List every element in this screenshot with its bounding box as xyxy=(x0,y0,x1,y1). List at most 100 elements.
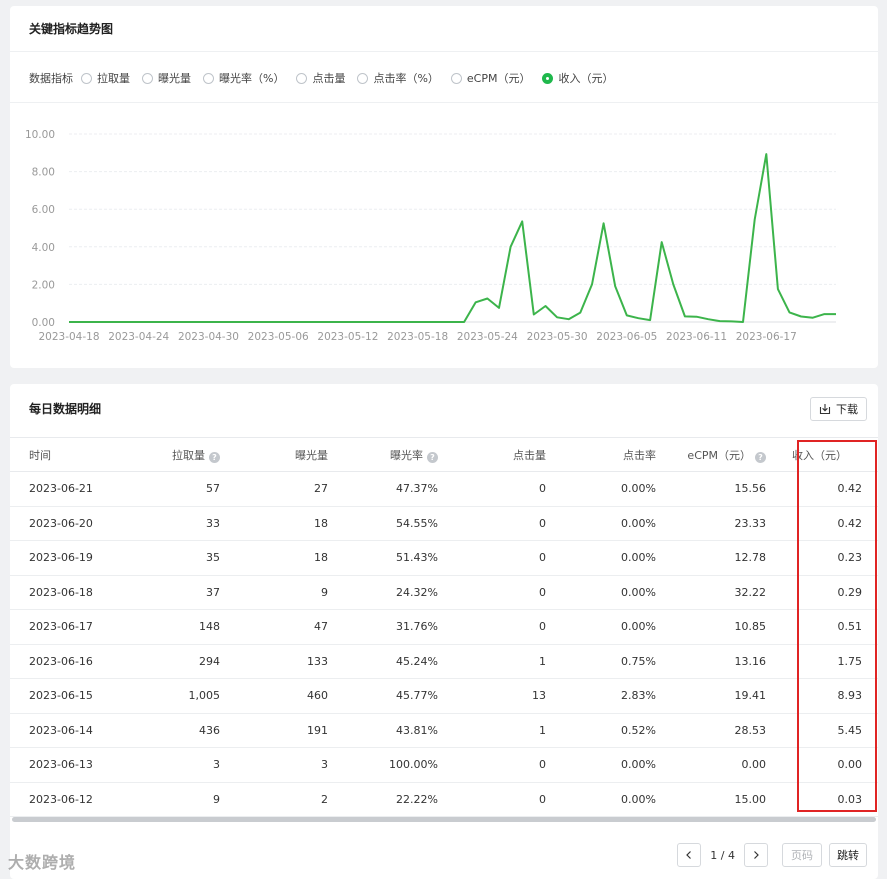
table-cell: 1 xyxy=(438,644,546,679)
table-cell: 33 xyxy=(140,506,220,541)
table-cell: 0.00% xyxy=(546,471,656,507)
table-cell: 2023-06-21 xyxy=(10,471,140,507)
col-revenue: 收入（元） xyxy=(766,437,878,472)
series-line-revenue xyxy=(69,153,836,323)
table-row: 2023-06-20 33 18 54.55% 0 0.00% 23.33 0.42 xyxy=(10,506,878,541)
table-row: 2023-06-18 37 9 24.32% 0 0.00% 32.22 0.29 xyxy=(10,575,878,610)
table-cell: 0.00% xyxy=(546,506,656,541)
table-cell: 1.75 xyxy=(766,644,878,679)
download-button[interactable]: 下载 xyxy=(810,397,867,421)
help-icon[interactable]: ? xyxy=(209,451,220,463)
table-cell: 18 xyxy=(220,506,328,541)
table-cell: 2.83% xyxy=(546,678,656,714)
table-cell: 13.16 xyxy=(656,644,766,679)
table-cell: 191 xyxy=(220,713,328,748)
table-cell: 294 xyxy=(140,644,220,679)
y-tick-label: 2.00 xyxy=(32,279,55,291)
table-cell: 0.42 xyxy=(766,506,878,541)
daily-title: 每日数据明细 xyxy=(29,402,102,416)
page-number-input[interactable] xyxy=(782,843,822,867)
table-cell: 0 xyxy=(438,609,546,645)
table-cell: 3 xyxy=(220,747,328,783)
x-tick-label: 2023-05-12 xyxy=(317,331,378,343)
table-cell: 0.29 xyxy=(766,575,878,610)
table-cell: 0.00% xyxy=(546,747,656,783)
y-tick-label: 6.00 xyxy=(32,204,55,216)
x-tick-label: 2023-04-30 xyxy=(178,331,239,343)
table-cell: 35 xyxy=(140,540,220,576)
table-cell: 148 xyxy=(140,609,220,645)
table-cell: 0 xyxy=(438,540,546,576)
table-cell: 37 xyxy=(140,575,220,610)
col-ecpm: eCPM（元）? xyxy=(656,437,766,472)
x-tick-label: 2023-05-30 xyxy=(527,331,588,343)
prev-page-button[interactable] xyxy=(677,843,702,867)
pagination: 1 / 4 跳转 xyxy=(677,843,867,867)
table-cell: 2023-06-16 xyxy=(10,644,140,679)
table-row: 2023-06-14 436 191 43.81% 1 0.52% 28.53 5.45 xyxy=(10,713,878,748)
table-cell: 3 xyxy=(140,747,220,783)
x-tick-label: 2023-06-17 xyxy=(736,331,797,343)
chevron-left-icon xyxy=(686,851,692,859)
help-icon[interactable]: ? xyxy=(427,451,438,463)
col-pull: 拉取量? xyxy=(140,437,220,472)
table-header-row: 时间 拉取量? 曝光量 曝光率? 点击量 点击率 eCPM（元）? 收入（元） xyxy=(10,437,878,472)
table-cell: 0 xyxy=(438,506,546,541)
table-cell: 47 xyxy=(220,609,328,645)
table-cell: 0.00% xyxy=(546,540,656,576)
table-cell: 0.00 xyxy=(766,747,878,783)
table-cell: 19.41 xyxy=(656,678,766,714)
y-tick-label: 10.00 xyxy=(25,129,55,141)
table-cell: 24.32% xyxy=(328,575,438,610)
table-cell: 9 xyxy=(140,782,220,817)
horizontal-scrollbar[interactable] xyxy=(12,817,876,822)
trend-card: 关键指标趋势图 数据指标 拉取量 曝光量 曝光率（%） 点击量 点击率（%） e… xyxy=(10,6,878,368)
table-cell: 8.93 xyxy=(766,678,878,714)
next-page-button[interactable] xyxy=(744,843,768,867)
table-cell: 0 xyxy=(438,747,546,783)
table-cell: 2023-06-19 xyxy=(10,540,140,576)
table-cell: 0.52% xyxy=(546,713,656,748)
page-info: 1 / 4 xyxy=(710,848,735,862)
table-cell: 436 xyxy=(140,713,220,748)
table-cell: 2023-06-20 xyxy=(10,506,140,541)
table-cell: 0 xyxy=(438,782,546,817)
chevron-right-icon xyxy=(754,851,759,859)
table-cell: 45.24% xyxy=(328,644,438,679)
col-impressions: 曝光量 xyxy=(220,437,328,472)
table-row: 2023-06-16 294 133 45.24% 1 0.75% 13.16 1.75 xyxy=(10,644,878,679)
table-row: 2023-06-17 148 47 31.76% 0 0.00% 10.85 0.51 xyxy=(10,609,878,645)
jump-button[interactable]: 跳转 xyxy=(829,843,867,867)
col-ctr: 点击率 xyxy=(546,437,656,472)
table-cell: 1 xyxy=(438,713,546,748)
col-date: 时间 xyxy=(10,437,140,472)
x-tick-label: 2023-06-05 xyxy=(596,331,657,343)
download-label: 下载 xyxy=(836,403,858,416)
table-cell: 2023-06-18 xyxy=(10,575,140,610)
table-cell: 31.76% xyxy=(328,609,438,645)
table-cell: 54.55% xyxy=(328,506,438,541)
table-cell: 0.00 xyxy=(656,747,766,783)
table-cell: 2023-06-14 xyxy=(10,713,140,748)
table-cell: 12.78 xyxy=(656,540,766,576)
table-cell: 0.00% xyxy=(546,575,656,610)
watermark-logo: 大数跨境 xyxy=(8,853,77,872)
y-tick-label: 4.00 xyxy=(32,242,55,254)
table-cell: 27 xyxy=(220,471,328,507)
table-cell: 10.85 xyxy=(656,609,766,645)
table-cell: 100.00% xyxy=(328,747,438,783)
table-cell: 23.33 xyxy=(656,506,766,541)
help-icon[interactable]: ? xyxy=(755,451,766,463)
x-tick-label: 2023-05-24 xyxy=(457,331,518,343)
table-cell: 2023-06-17 xyxy=(10,609,140,645)
table-cell: 0.51 xyxy=(766,609,878,645)
table-cell: 32.22 xyxy=(656,575,766,610)
table-row: 2023-06-12 9 2 22.22% 0 0.00% 15.00 0.03 xyxy=(10,782,878,817)
table-cell: 2023-06-12 xyxy=(10,782,140,817)
col-impression-rate: 曝光率? xyxy=(328,437,438,472)
table-row: 2023-06-19 35 18 51.43% 0 0.00% 12.78 0.23 xyxy=(10,540,878,576)
y-tick-label: 8.00 xyxy=(32,167,55,179)
table-cell: 0 xyxy=(438,471,546,507)
table-cell: 5.45 xyxy=(766,713,878,748)
y-tick-label: 0.00 xyxy=(32,317,55,329)
